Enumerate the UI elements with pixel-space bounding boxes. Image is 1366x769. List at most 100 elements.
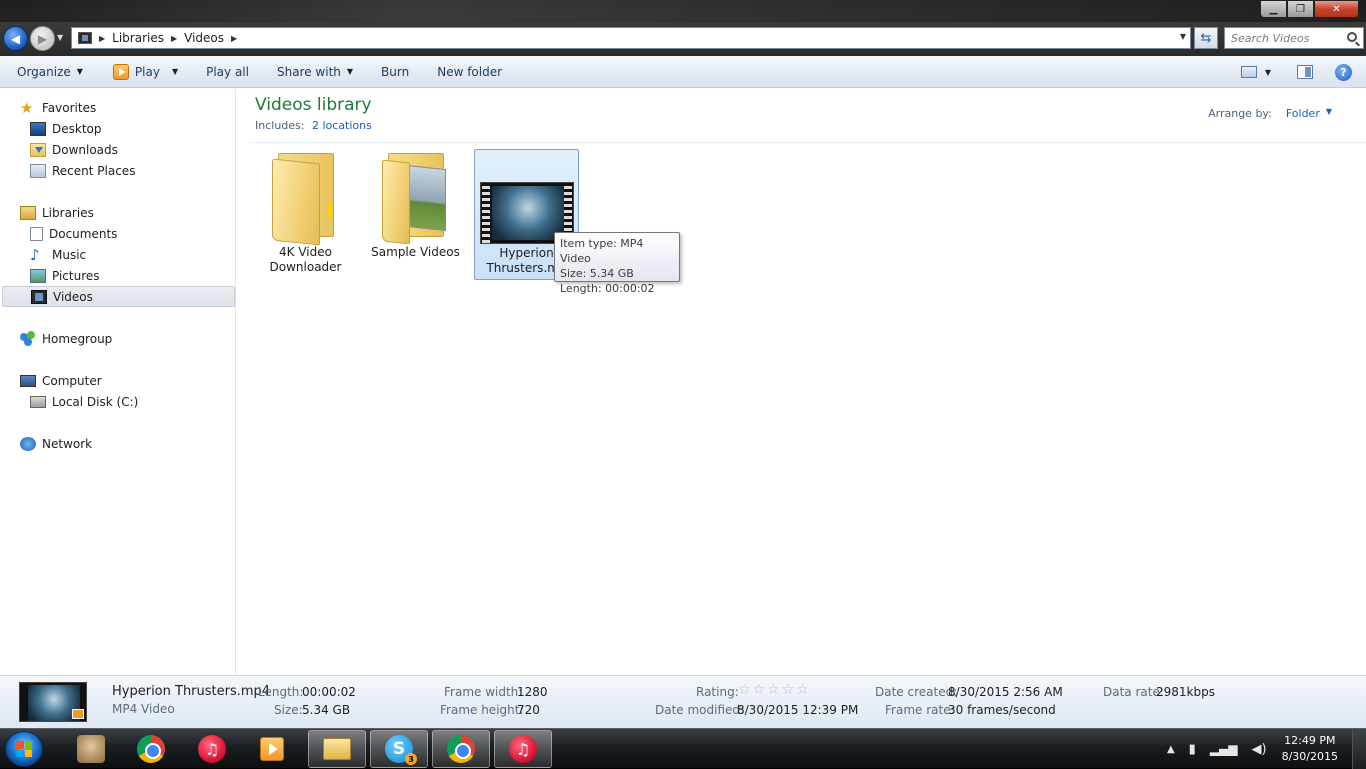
sidebar-item-label: Videos: [53, 289, 93, 304]
sidebar-item-label: Pictures: [52, 268, 100, 283]
power-plug-icon[interactable]: ▮: [1189, 742, 1196, 757]
preview-pane-icon[interactable]: [1297, 65, 1313, 79]
chevron-down-icon: ▼: [346, 67, 354, 76]
play-all-button[interactable]: Play all: [197, 58, 258, 86]
explorer-icon: [323, 738, 351, 760]
taskbar-app-chrome-window[interactable]: [432, 730, 490, 768]
sidebar-item-label: Documents: [49, 226, 118, 241]
videos-icon: [31, 289, 47, 304]
refresh-button[interactable]: ⇆: [1194, 27, 1218, 49]
breadcrumb-libraries[interactable]: Libraries: [112, 31, 164, 45]
organize-button[interactable]: Organize ▼: [8, 58, 92, 86]
homegroup-icon: [20, 330, 36, 347]
sidebar-item-label: Downloads: [52, 142, 118, 157]
chevron-right-icon[interactable]: ▶: [231, 34, 237, 43]
signal-bars-icon[interactable]: ▂▄▆: [1210, 742, 1238, 756]
taskbar-app-media-player[interactable]: [243, 730, 301, 768]
show-desktop-button[interactable]: [1352, 729, 1366, 769]
system-tray: ▲ ▮ ▂▄▆ ◀) 12:49 PM 8/30/2015: [1160, 729, 1366, 769]
play-button[interactable]: Play ▼: [104, 58, 187, 86]
help-icon[interactable]: ?: [1335, 63, 1352, 81]
search-input[interactable]: [1231, 31, 1343, 45]
divider: [249, 142, 1366, 143]
burn-button[interactable]: Burn: [372, 58, 418, 86]
show-hidden-icons-icon[interactable]: ▲: [1167, 744, 1175, 755]
search-box[interactable]: [1224, 27, 1364, 49]
taskbar-app-skype[interactable]: S3: [370, 730, 428, 768]
taskbar-app-chrome[interactable]: [122, 730, 180, 768]
taskbar: ♫ S3 ♫ ▲ ▮ ▂▄▆ ◀) 12:49 PM 8/30/2015: [0, 728, 1366, 769]
folder-icon: [381, 153, 450, 245]
forward-button[interactable]: ▶: [30, 26, 55, 51]
itunes-icon: ♫: [509, 735, 537, 763]
documents-icon: [30, 226, 43, 241]
sidebar-item-homegroup[interactable]: Homegroup: [0, 328, 234, 349]
organize-label: Organize: [17, 64, 71, 79]
sidebar-item-documents[interactable]: Documents: [0, 223, 234, 244]
sidebar-item-label: Computer: [42, 373, 102, 388]
sidebar-item-music[interactable]: ♪ Music: [0, 244, 234, 265]
address-bar[interactable]: ▶ Libraries ▶ Videos ▶ ▼: [71, 27, 1191, 49]
sidebar-item-recent-places[interactable]: Recent Places: [0, 160, 234, 181]
details-pane: Hyperion Thrusters.mp4 MP4 Video Length:…: [0, 675, 1366, 728]
share-with-label: Share with: [276, 64, 341, 79]
tooltip-size: Size: 5.34 GB: [560, 267, 634, 280]
music-icon: ♪: [30, 245, 40, 264]
sidebar-item-network[interactable]: Network: [0, 433, 234, 454]
item-label: Sample Videos: [371, 245, 460, 259]
explorer-window: ▁ ❐ ✕ ◀ ▶ ▼ ▶ Libraries ▶ Videos ▶ ▼ ⇆ O…: [0, 0, 1366, 728]
details-file-type: MP4 Video: [112, 702, 175, 716]
chevron-right-icon[interactable]: ▶: [99, 34, 105, 43]
local-disk-icon: [30, 395, 46, 408]
start-button[interactable]: [5, 731, 43, 767]
taskbar-app-itunes[interactable]: ♫: [183, 730, 241, 768]
chevron-down-icon[interactable]: ▼: [1326, 107, 1332, 120]
sidebar-item-computer[interactable]: Computer: [0, 370, 234, 391]
tooltip-item-type: Item type: MP4 Video: [560, 237, 644, 265]
arrange-by: Arrange by: Folder ▼: [1208, 107, 1332, 120]
taskbar-app-pedro[interactable]: [62, 730, 120, 768]
arrange-by-dropdown[interactable]: Folder: [1286, 107, 1320, 120]
search-icon[interactable]: [1347, 32, 1357, 42]
sidebar-item-downloads[interactable]: Downloads: [0, 139, 234, 160]
volume-icon[interactable]: ◀): [1252, 742, 1267, 757]
sidebar-item-favorites[interactable]: ★ Favorites: [0, 97, 234, 118]
chevron-down-icon[interactable]: ▼: [172, 67, 178, 76]
sidebar-item-label: Music: [52, 247, 87, 262]
sidebar-item-desktop[interactable]: Desktop: [0, 118, 234, 139]
taskbar-app-explorer[interactable]: [308, 730, 366, 768]
data-rate-label: Data rate:: [1103, 685, 1164, 699]
folder-item-4k-video-downloader[interactable]: 4K Video Downloader: [253, 149, 358, 280]
folder-item-sample-videos[interactable]: Sample Videos: [363, 149, 468, 280]
recent-pages-dropdown[interactable]: ▼: [57, 33, 63, 42]
size-label: Size:: [274, 703, 303, 717]
desktop-icon: [30, 121, 46, 136]
sidebar-item-pictures[interactable]: Pictures: [0, 265, 234, 286]
chevron-right-icon[interactable]: ▶: [171, 34, 177, 43]
network-icon: [20, 436, 36, 451]
sidebar-item-local-disk[interactable]: Local Disk (C:): [0, 391, 234, 412]
sidebar-item-videos[interactable]: Videos: [2, 286, 235, 307]
play-icon: [112, 63, 129, 80]
change-view-icon[interactable]: [1240, 66, 1257, 78]
maximize-button[interactable]: ❐: [1287, 0, 1314, 18]
item-tooltip: Item type: MP4 Video Size: 5.34 GB Lengt…: [554, 232, 680, 295]
sidebar-item-libraries[interactable]: Libraries: [0, 202, 234, 223]
close-button[interactable]: ✕: [1314, 0, 1359, 18]
sidebar-item-label: Recent Places: [52, 163, 136, 178]
library-title: Videos library: [255, 95, 372, 115]
new-folder-button[interactable]: New folder: [428, 58, 511, 86]
sidebar-item-label: Network: [42, 436, 93, 451]
share-with-button[interactable]: Share with ▼: [268, 58, 362, 86]
minimize-button[interactable]: ▁: [1260, 0, 1287, 18]
breadcrumb-videos[interactable]: Videos: [184, 31, 224, 45]
file-list-area[interactable]: Videos library Includes: 2 locations Arr…: [237, 89, 1366, 675]
taskbar-app-itunes-window[interactable]: ♫: [494, 730, 552, 768]
downloads-icon: [30, 142, 46, 157]
rating-stars[interactable]: ☆☆☆☆☆: [738, 682, 811, 698]
clock[interactable]: 12:49 PM 8/30/2015: [1282, 733, 1338, 765]
address-history-dropdown[interactable]: ▼: [1180, 32, 1186, 41]
back-button[interactable]: ◀: [3, 26, 28, 51]
chevron-down-icon[interactable]: ▼: [1265, 68, 1271, 77]
includes-locations-link[interactable]: 2 locations: [312, 119, 372, 132]
